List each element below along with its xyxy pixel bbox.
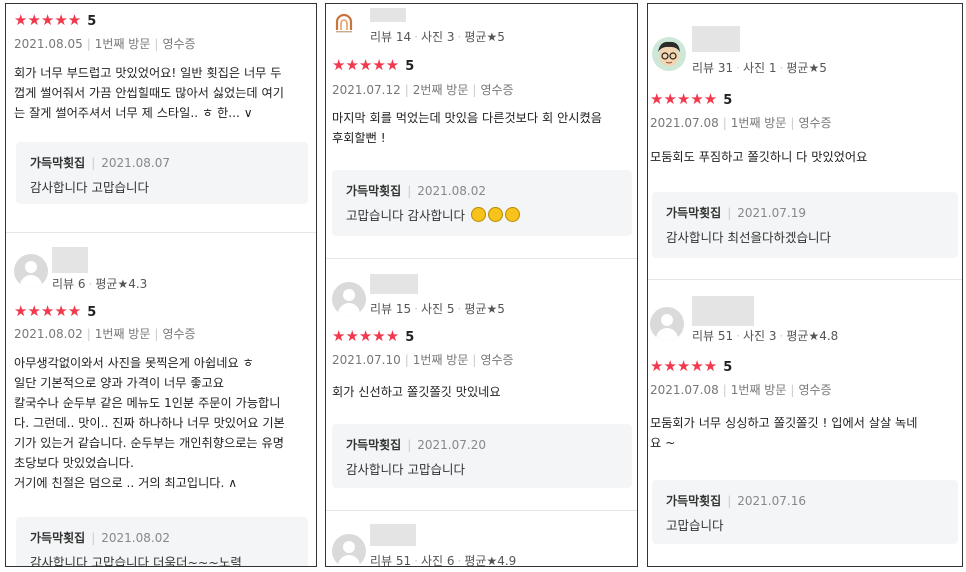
reviewer-stats: 리뷰 14 · 사진 3 · 평균★5 — [370, 30, 505, 44]
smiley-emoji-icon — [470, 207, 486, 222]
blurred-username — [370, 8, 406, 22]
review-divider — [6, 232, 316, 233]
star-rating-icon: ★★★★★ — [650, 357, 718, 375]
review-meta: 2021.07.08 | 1번째 방문 | 영수증 — [650, 116, 832, 130]
review-divider — [326, 510, 637, 511]
owner-name: 가득막횟집 — [30, 531, 86, 545]
owner-reply: 가득막횟집 | 2021.08.02 감사합니다 고맙습니다 더욱더~~~노력 — [16, 517, 308, 566]
star-rating-icon: ★★★★★ — [332, 56, 400, 74]
review-body[interactable]: 모둠회가 너무 싱싱하고 쫄깃쫄깃 ! 입에서 살살 녹네 요 ~ — [650, 413, 962, 453]
owner-reply: 가득막횟집 | 2021.07.19 감사합니다 최선을다하겠습니다 — [652, 192, 958, 258]
reviewer-stats: 리뷰 15 · 사진 5 · 평균★5 — [370, 302, 505, 316]
user-avatar-icon[interactable] — [332, 282, 366, 316]
review-panel-3: 리뷰 31 · 사진 1 · 평균★5 ★★★★★ 5 2021.07.08 | 1번째 방문… — [647, 3, 963, 567]
review-meta: 2021.07.12 | 2번째 방문 | 영수증 — [332, 83, 514, 97]
star-rating-icon: ★★★★★ — [14, 11, 82, 29]
review-rating: ★★★★★ 5 — [650, 90, 733, 108]
owner-reply: 가득막횟집 | 2021.07.16 고맙습니다 — [652, 480, 958, 544]
review-panel-1: ★★★★★ 5 2021.08.05 | 1번째 방문 | 영수증 회가 너무 부드럽고 … — [5, 3, 317, 567]
owner-name: 가득막횟집 — [666, 494, 722, 508]
owner-reply: 가득막횟집 | 2021.07.20 감사합니다 고맙습니다 — [332, 424, 632, 488]
user-avatar-icon[interactable] — [334, 12, 354, 34]
user-avatar-icon[interactable] — [650, 307, 684, 341]
review-rating: ★★★★★ 5 — [332, 327, 415, 345]
star-rating-icon: ★★★★★ — [14, 302, 82, 320]
star-rating-icon: ★★★★★ — [650, 90, 718, 108]
user-avatar-icon[interactable] — [332, 534, 366, 566]
owner-name: 가득막횟집 — [346, 438, 402, 452]
review-body[interactable]: 마지막 회를 먹었는데 맛있음 다른것보다 회 안시켰음 후회할뻔 ! — [332, 108, 636, 148]
smiley-emoji-icon — [504, 207, 520, 222]
blurred-username — [52, 247, 88, 273]
user-avatar-icon[interactable] — [14, 254, 48, 288]
user-avatar-icon[interactable] — [652, 37, 686, 71]
review-meta: 2021.08.05 | 1번째 방문 | 영수증 — [14, 37, 196, 51]
review-rating: ★★★★★ 5 — [14, 302, 97, 320]
owner-name: 가득막횟집 — [666, 206, 722, 220]
owner-reply: 가득막횟집 | 2021.08.02 고맙습니다 감사합니다 — [332, 170, 632, 236]
review-rating: ★★★★★ 5 — [332, 56, 415, 74]
reviewer-stats: 리뷰 6 · 평균★4.3 — [52, 277, 148, 291]
review-body[interactable]: 아무생각없이와서 사진을 못찍은게 아쉽네요 ㅎ 일단 기본적으로 양과 가격이… — [14, 353, 314, 493]
review-body[interactable]: 회가 너무 부드럽고 맛있었어요! 일반 횟집은 너무 두 껍게 썰어줘서 가끔… — [14, 63, 314, 123]
review-body[interactable]: 모둠회도 푸짐하고 쫄깃하니 다 맛있었어요 — [650, 147, 960, 167]
star-rating-icon: ★★★★★ — [332, 327, 400, 345]
owner-name: 가득막횟집 — [30, 156, 86, 170]
review-rating: ★★★★★ 5 — [650, 357, 733, 375]
review-rating: ★★★★★ 5 — [14, 11, 97, 29]
smiley-emoji-icon — [487, 207, 503, 222]
reviewer-stats: 리뷰 31 · 사진 1 · 평균★5 — [692, 61, 827, 75]
review-meta: 2021.07.10 | 1번째 방문 | 영수증 — [332, 353, 514, 367]
blurred-username — [370, 274, 418, 294]
blurred-username — [692, 26, 740, 52]
review-divider — [648, 279, 962, 280]
review-divider — [326, 258, 637, 259]
owner-reply: 가득막횟집 | 2021.08.07 감사합니다 고맙습니다 — [16, 142, 308, 204]
owner-name: 가득막횟집 — [346, 184, 402, 198]
review-body[interactable]: 회가 신선하고 쫄깃쫄깃 맛있네요 — [332, 382, 636, 402]
blurred-username — [370, 524, 416, 546]
reviewer-stats: 리뷰 51 · 사진 3 · 평균★4.8 — [692, 329, 839, 343]
blurred-username — [692, 296, 754, 326]
review-meta: 2021.07.08 | 1번째 방문 | 영수증 — [650, 383, 832, 397]
reviewer-stats: 리뷰 51 · 사진 6 · 평균★4.9 — [370, 554, 517, 567]
review-panel-2: 리뷰 14 · 사진 3 · 평균★5 ★★★★★ 5 2021.07.12 | 2번째 방문… — [325, 3, 638, 567]
review-meta: 2021.08.02 | 1번째 방문 | 영수증 — [14, 327, 196, 341]
